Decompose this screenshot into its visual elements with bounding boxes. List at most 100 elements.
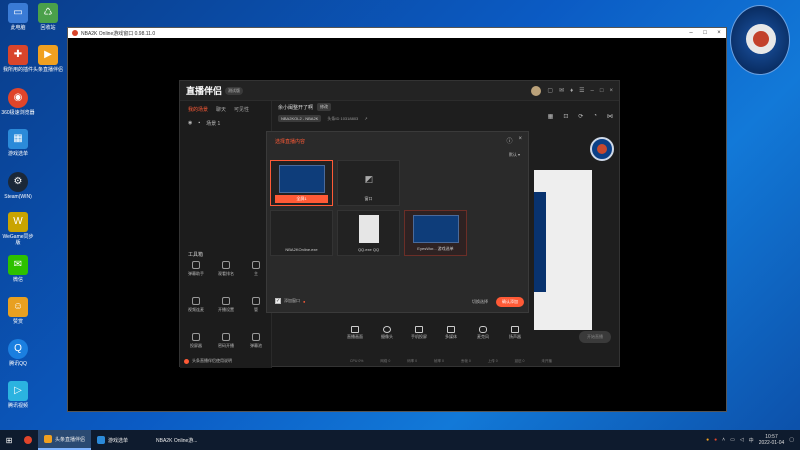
taskbar-item-game-menu[interactable]: 游戏选单 [91, 430, 134, 450]
taskbar: ⊞ 头条直播伴侣 游戏选单 NBA2K Online游... ● ● ˄ ▭ ◁… [0, 430, 800, 450]
sort-dropdown[interactable]: 默认 ▾ [509, 152, 520, 158]
rotate-icon[interactable]: ⟳ [578, 113, 583, 120]
confirm-add-button[interactable]: 确认添加 [496, 297, 524, 307]
bell-icon[interactable]: ◔ [593, 113, 597, 120]
chat-icon[interactable]: ▢ [547, 87, 553, 94]
tab-visibility[interactable]: 可见性 [234, 106, 249, 113]
share-icon[interactable]: ↗ [364, 116, 367, 121]
tile-thumbnail [279, 165, 325, 193]
monitor-icon [351, 326, 359, 333]
tool-password[interactable]: 密码开播 [212, 333, 240, 349]
content-select-dialog: 选择直播内容 ⓘ × 默认 ▾ 全屏1 ◩ 窗口 NBA2KOnline.exe… [266, 131, 529, 313]
tool-camera[interactable]: 摄像头 [376, 326, 398, 342]
taskbar-browser[interactable] [18, 430, 38, 450]
window-titlebar[interactable]: NBA2K Online游戏窗口 0.98.11.0 – □ × [68, 28, 726, 38]
desktop-icon-plugin[interactable]: ✚ 我所用的插件 [1, 45, 35, 73]
source-tile-qq[interactable]: QQ.exe QQ [337, 210, 400, 256]
message-icon[interactable]: ✉ [559, 87, 564, 94]
desktop-icon-browser[interactable]: ◉ 360极速浏览器 [1, 88, 35, 116]
desktop-gadget[interactable] [730, 5, 790, 75]
checkbox[interactable]: ✓ [275, 298, 281, 304]
volume-icon[interactable]: ◁ [740, 437, 744, 443]
desktop-icon-live-companion[interactable]: ▶ 头条直播伴侣 [31, 45, 65, 73]
desktop-icon-wegame[interactable]: W WeGame同步版 [1, 212, 35, 246]
tool-phone-cast[interactable]: 手机投屏 [408, 326, 430, 342]
tool-label: 密码开播 [218, 343, 234, 348]
live-companion-icon [44, 435, 52, 443]
source-tile-game-menu[interactable]: EyesWor... 游戏选单 [404, 210, 467, 256]
avatar[interactable] [531, 85, 542, 96]
dialog-title: 选择直播内容 [275, 139, 306, 145]
taskbar-label: 头条直播伴侣 [55, 436, 86, 443]
source-tile-nba2k[interactable]: NBA2KOnline.exe [270, 210, 333, 256]
desktop-icon-recycle[interactable]: ♺ 回收站 [31, 3, 65, 31]
add-window-option[interactable]: ✓ 添加窗口 ● [275, 298, 305, 304]
tool-video-link[interactable]: 视频连麦 [182, 297, 210, 313]
source-tile-fullscreen[interactable]: 全屏1 [270, 160, 333, 206]
go-live-button[interactable]: 开始直播 [579, 331, 611, 343]
toolbar-label: 麦克风 [477, 334, 489, 339]
tool-caster[interactable]: 投屏器 [182, 333, 210, 349]
tool-danmaku[interactable]: 弹幕助手 [182, 261, 210, 277]
toolbar-label: 扬声器 [509, 334, 521, 339]
maximize-icon[interactable]: □ [600, 88, 604, 94]
maximize-icon[interactable]: □ [698, 30, 712, 36]
desktop-icon-computer[interactable]: ▭ 此电脑 [1, 3, 35, 31]
taskbar-item-nba2k[interactable]: NBA2K Online游... [150, 430, 203, 450]
status-dropped: 丢帧 0 [460, 359, 471, 363]
switch-selection-link[interactable]: 切换选择 [472, 299, 488, 305]
close-icon[interactable]: × [518, 136, 522, 145]
minimize-icon[interactable]: – [591, 88, 594, 94]
help-icon[interactable]: ⓘ [506, 136, 512, 145]
grid-icon[interactable]: ▦ [548, 113, 554, 120]
system-tray: ● ● ˄ ▭ ◁ 中 10:57 2022-01-04 ▢ [706, 434, 800, 446]
tool-label: 视频连麦 [188, 307, 204, 312]
clock[interactable]: 10:57 2022-01-04 [759, 434, 785, 446]
gift-icon[interactable]: ♦ [570, 88, 573, 94]
scene-label: 场景 1 [206, 121, 221, 127]
desktop-icon-video[interactable]: ▷ 腾讯视频 [1, 381, 35, 409]
close-icon[interactable]: × [609, 88, 613, 94]
source-tile-window[interactable]: ◩ 窗口 [337, 160, 400, 206]
tab-chat[interactable]: 聊天 [216, 106, 226, 113]
share-icon[interactable]: ⋈ [607, 113, 613, 120]
tool-danmaku-pool[interactable]: 弹幕池 [242, 333, 270, 349]
info-icon: ● [303, 298, 306, 304]
notification-icon[interactable]: ▢ [789, 437, 794, 443]
tool-screen-capture[interactable]: 直播画面 [344, 326, 366, 342]
toolbar-label: 手机投屏 [411, 334, 427, 339]
taskbar-item-live-companion[interactable]: 头条直播伴侣 [38, 430, 92, 450]
tray-app-icon[interactable]: ● [714, 437, 717, 443]
stream-preview[interactable] [534, 170, 592, 330]
desktop-icon-wechat[interactable]: ✉ 微信 [1, 255, 35, 283]
windows-start-icon[interactable]: ⊞ [0, 430, 18, 450]
chevron-up-icon[interactable]: ˄ [722, 437, 725, 443]
tab-my-scenes[interactable]: 我的场景 [188, 106, 208, 113]
desktop-icon-qq[interactable]: Q 腾讯QQ [1, 339, 35, 367]
eye-icon[interactable]: ◉ [188, 120, 192, 127]
game-menu-icon [97, 436, 106, 444]
lock-icon[interactable]: ▪ [198, 120, 200, 127]
desktop-icon-reward[interactable]: ☺ 赞赏 [1, 297, 35, 325]
network-icon[interactable]: ▭ [730, 437, 735, 443]
edit-title-button[interactable]: 修改 [317, 103, 332, 111]
tool-speaker[interactable]: 扬声器 [504, 326, 526, 342]
tray-app-icon[interactable]: ● [706, 437, 709, 443]
status-latency: 延迟 0 [514, 359, 525, 363]
crop-icon[interactable]: ⊡ [563, 113, 568, 120]
close-icon[interactable]: × [712, 30, 726, 36]
tool-stream-settings[interactable]: 开播设置 [212, 297, 240, 313]
game-tag[interactable]: NBA2KOL2 - NBA2K [278, 115, 322, 122]
tool-microphone[interactable]: 麦克风 [472, 326, 494, 342]
tool-rank[interactable]: 观看排名 [212, 261, 240, 277]
settings-icon[interactable]: ☰ [579, 87, 584, 94]
help-note[interactable]: 头条直播伴侣使用说明 [184, 358, 232, 364]
header-icons: ▢ ✉ ♦ ☰ – □ × [531, 85, 613, 96]
tool-media[interactable]: 多媒体 [440, 326, 462, 342]
input-method-icon[interactable]: 中 [749, 437, 754, 444]
scene-row[interactable]: ◉ ▪ 场景 1 [180, 118, 271, 129]
minimize-icon[interactable]: – [684, 30, 698, 36]
desktop-icon-steam[interactable]: ⚙ Steam(WIN) [1, 172, 35, 200]
desktop-icon-label: 回收站 [40, 25, 56, 31]
desktop-icon-game-menu[interactable]: ▦ 游戏选单 [1, 129, 35, 157]
